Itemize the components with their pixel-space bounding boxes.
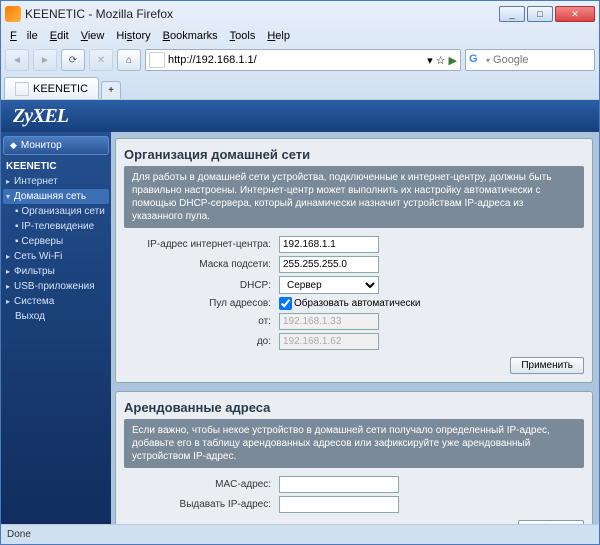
url-input[interactable] [168, 51, 424, 69]
sidebar-item-iptv[interactable]: IP-телевидение [3, 219, 109, 234]
input-mac[interactable] [279, 476, 399, 493]
menu-bookmarks[interactable]: Bookmarks [158, 30, 223, 42]
menu-help[interactable]: Help [262, 30, 295, 42]
menu-edit[interactable]: Edit [45, 30, 74, 42]
reload-button[interactable]: ⟳ [61, 49, 85, 71]
input-netmask[interactable] [279, 256, 379, 273]
sidebar-item-usb[interactable]: USB-приложения [3, 279, 109, 294]
lbl-mac: MAC-адрес: [124, 479, 279, 490]
sidebar-item-filters[interactable]: Фильтры [3, 264, 109, 279]
tab-favicon [15, 82, 29, 96]
forward-button[interactable]: ► [33, 49, 57, 71]
home-button[interactable]: ⌂ [117, 49, 141, 71]
lbl-pool-to: до: [124, 336, 279, 347]
site-favicon [149, 52, 165, 68]
panel1-desc: Для работы в домашней сети устройства, п… [124, 166, 584, 228]
menu-history[interactable]: History [111, 30, 155, 42]
new-tab-button[interactable]: + [101, 81, 121, 99]
search-dropdown-icon[interactable]: ▾ [486, 56, 490, 65]
sidebar-monitor[interactable]: Монитор [3, 136, 109, 155]
google-icon: G [469, 53, 483, 67]
back-button[interactable]: ◄ [5, 49, 29, 71]
sidebar-item-servers[interactable]: Серверы [3, 234, 109, 249]
input-assign-ip[interactable] [279, 496, 399, 513]
sidebar-item-wifi[interactable]: Сеть Wi-Fi [3, 249, 109, 264]
go-button[interactable]: ▶ [449, 54, 457, 67]
menu-view[interactable]: View [76, 30, 110, 42]
menu-tools[interactable]: Tools [225, 30, 261, 42]
window-title: KEENETIC - Mozilla Firefox [25, 7, 173, 21]
apply-button[interactable]: Применить [510, 357, 584, 374]
input-router-ip[interactable] [279, 236, 379, 253]
stop-button[interactable]: ✕ [89, 49, 113, 71]
panel-leased-addresses: Арендованные адреса Если важно, чтобы не… [115, 391, 593, 524]
bookmark-star-icon[interactable]: ☆ [436, 54, 446, 67]
panel1-title: Организация домашней сети [124, 147, 584, 166]
minimize-button[interactable]: _ [499, 6, 525, 22]
maximize-button[interactable]: □ [527, 6, 553, 22]
lbl-auto-pool: Образовать автоматически [294, 298, 420, 309]
input-pool-from [279, 313, 379, 330]
menu-file[interactable]: File [5, 30, 43, 42]
lbl-dhcp: DHCP: [124, 280, 279, 291]
menu-bar: File Edit View History Bookmarks Tools H… [1, 27, 599, 45]
lbl-pool-from: от: [124, 316, 279, 327]
panel-homenet-org: Организация домашней сети Для работы в д… [115, 138, 593, 383]
panel2-title: Арендованные адреса [124, 400, 584, 419]
lbl-netmask: Маска подсети: [124, 259, 279, 270]
sidebar-item-system[interactable]: Система [3, 294, 109, 309]
lbl-assign-ip: Выдавать IP-адрес: [124, 499, 279, 510]
select-dhcp[interactable]: Сервер [279, 276, 379, 294]
url-dropdown-icon[interactable]: ▾ [427, 54, 433, 67]
sidebar-item-homenet[interactable]: Домашняя сеть [3, 189, 109, 204]
app-icon [5, 6, 21, 22]
status-bar: Done [1, 524, 599, 544]
close-button[interactable]: ✕ [555, 6, 595, 22]
sidebar-device-title: KEENETIC [3, 159, 109, 174]
tab-keenetic[interactable]: KEENETIC [4, 77, 99, 99]
lbl-pool: Пул адресов: [124, 298, 279, 309]
sidebar: Монитор KEENETIC Интернет Домашняя сеть … [1, 132, 111, 524]
brand-logo: ZyXEL [13, 105, 68, 128]
brand-header: ZyXEL [1, 100, 599, 132]
sidebar-item-exit[interactable]: Выход [3, 309, 109, 324]
search-input[interactable] [493, 51, 591, 69]
lbl-router-ip: IP-адрес интернет-центра: [124, 239, 279, 250]
tab-label: KEENETIC [33, 83, 88, 95]
checkbox-auto-pool[interactable] [279, 297, 292, 310]
sidebar-item-internet[interactable]: Интернет [3, 174, 109, 189]
sidebar-item-org[interactable]: Организация сети [3, 204, 109, 219]
panel2-desc: Если важно, чтобы некое устройство в дом… [124, 419, 584, 468]
input-pool-to [279, 333, 379, 350]
